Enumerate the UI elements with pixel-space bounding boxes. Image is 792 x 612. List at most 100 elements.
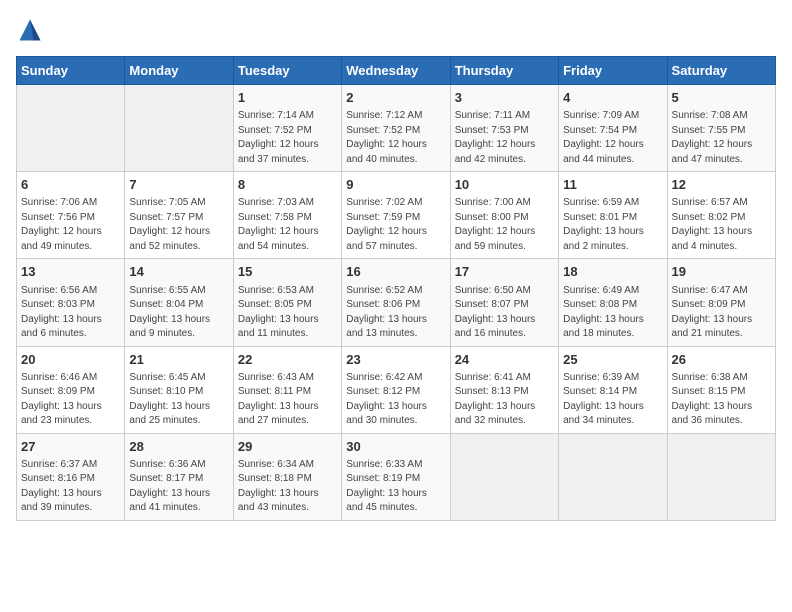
day-info: Sunrise: 6:41 AM Sunset: 8:13 PM Dayligh… — [455, 371, 554, 429]
day-number: 24 — [455, 351, 554, 369]
day-header-tuesday: Tuesday — [233, 57, 341, 85]
day-number: 11 — [563, 176, 662, 194]
day-info: Sunrise: 6:59 AM Sunset: 8:01 PM Dayligh… — [563, 196, 662, 254]
calendar-body: 1 Sunrise: 7:14 AM Sunset: 7:52 PM Daylig… — [17, 85, 776, 521]
calendar-cell: 21Sunrise: 6:45 AM Sunset: 8:10 PM Dayli… — [125, 346, 233, 433]
calendar-cell: 7 Sunrise: 7:05 AM Sunset: 7:57 PM Daylig… — [125, 172, 233, 259]
day-number: 21 — [129, 351, 228, 369]
calendar-cell: 16Sunrise: 6:52 AM Sunset: 8:06 PM Dayli… — [342, 259, 450, 346]
calendar-cell: 28 Sunrise: 6:36 AM Sunset: 8:17 PM Dayli… — [125, 433, 233, 520]
day-info: Sunrise: 6:39 AM Sunset: 8:14 PM Dayligh… — [563, 371, 662, 429]
calendar-cell — [667, 433, 775, 520]
day-info: Sunrise: 6:37 AM Sunset: 8:16 PM Dayligh… — [21, 458, 120, 516]
logo — [16, 16, 48, 44]
calendar-cell — [125, 85, 233, 172]
day-number: 23 — [346, 351, 445, 369]
day-header-friday: Friday — [559, 57, 667, 85]
day-header-sunday: Sunday — [17, 57, 125, 85]
day-info: Sunrise: 6:42 AM Sunset: 8:12 PM Dayligh… — [346, 371, 445, 429]
day-info: Sunrise: 6:47 AM Sunset: 8:09 PM Dayligh… — [672, 284, 771, 342]
calendar-cell: 27 Sunrise: 6:37 AM Sunset: 8:16 PM Dayli… — [17, 433, 125, 520]
day-info: Sunrise: 7:03 AM Sunset: 7:58 PM Dayligh… — [238, 196, 337, 254]
calendar-cell: 29 Sunrise: 6:34 AM Sunset: 8:18 PM Dayli… — [233, 433, 341, 520]
day-number: 2 — [346, 89, 445, 107]
day-number: 5 — [672, 89, 771, 107]
day-number: 14 — [129, 263, 228, 281]
calendar-cell: 17 Sunrise: 6:50 AM Sunset: 8:07 PM Dayli… — [450, 259, 558, 346]
calendar-cell: 20Sunrise: 6:46 AM Sunset: 8:09 PM Dayli… — [17, 346, 125, 433]
calendar-cell — [559, 433, 667, 520]
calendar-cell: 9 Sunrise: 7:02 AM Sunset: 7:59 PM Daylig… — [342, 172, 450, 259]
day-info: Sunrise: 6:43 AM Sunset: 8:11 PM Dayligh… — [238, 371, 337, 429]
calendar-cell: 26 Sunrise: 6:38 AM Sunset: 8:15 PM Dayli… — [667, 346, 775, 433]
calendar-cell: 15 Sunrise: 6:53 AM Sunset: 8:05 PM Dayli… — [233, 259, 341, 346]
calendar-cell: 3 Sunrise: 7:11 AM Sunset: 7:53 PM Daylig… — [450, 85, 558, 172]
day-info: Sunrise: 6:53 AM Sunset: 8:05 PM Dayligh… — [238, 284, 337, 342]
calendar-cell: 19 Sunrise: 6:47 AM Sunset: 8:09 PM Dayli… — [667, 259, 775, 346]
day-number: 25 — [563, 351, 662, 369]
day-info: Sunrise: 6:38 AM Sunset: 8:15 PM Dayligh… — [672, 371, 771, 429]
day-number: 30 — [346, 438, 445, 456]
day-info: Sunrise: 7:14 AM Sunset: 7:52 PM Dayligh… — [238, 109, 337, 167]
day-number: 17 — [455, 263, 554, 281]
day-number: 18 — [563, 263, 662, 281]
days-header-row: SundayMondayTuesdayWednesdayThursdayFrid… — [17, 57, 776, 85]
calendar-cell: 23 Sunrise: 6:42 AM Sunset: 8:12 PM Dayli… — [342, 346, 450, 433]
day-number: 3 — [455, 89, 554, 107]
day-info: Sunrise: 7:00 AM Sunset: 8:00 PM Dayligh… — [455, 196, 554, 254]
day-number: 9 — [346, 176, 445, 194]
day-info: Sunrise: 7:12 AM Sunset: 7:52 PM Dayligh… — [346, 109, 445, 167]
calendar-cell: 10 Sunrise: 7:00 AM Sunset: 8:00 PM Dayli… — [450, 172, 558, 259]
calendar-header: SundayMondayTuesdayWednesdayThursdayFrid… — [17, 57, 776, 85]
day-info: Sunrise: 7:09 AM Sunset: 7:54 PM Dayligh… — [563, 109, 662, 167]
day-header-thursday: Thursday — [450, 57, 558, 85]
day-number: 4 — [563, 89, 662, 107]
day-info: Sunrise: 6:34 AM Sunset: 8:18 PM Dayligh… — [238, 458, 337, 516]
day-info: Sunrise: 6:33 AM Sunset: 8:19 PM Dayligh… — [346, 458, 445, 516]
day-number: 19 — [672, 263, 771, 281]
day-info: Sunrise: 7:08 AM Sunset: 7:55 PM Dayligh… — [672, 109, 771, 167]
calendar-cell: 24 Sunrise: 6:41 AM Sunset: 8:13 PM Dayli… — [450, 346, 558, 433]
day-number: 8 — [238, 176, 337, 194]
day-number: 10 — [455, 176, 554, 194]
logo-icon — [16, 16, 44, 44]
calendar-cell: 22 Sunrise: 6:43 AM Sunset: 8:11 PM Dayli… — [233, 346, 341, 433]
week-row-4: 27 Sunrise: 6:37 AM Sunset: 8:16 PM Dayli… — [17, 433, 776, 520]
calendar-cell: 12Sunrise: 6:57 AM Sunset: 8:02 PM Dayli… — [667, 172, 775, 259]
day-info: Sunrise: 6:50 AM Sunset: 8:07 PM Dayligh… — [455, 284, 554, 342]
day-number: 27 — [21, 438, 120, 456]
day-number: 1 — [238, 89, 337, 107]
day-info: Sunrise: 7:02 AM Sunset: 7:59 PM Dayligh… — [346, 196, 445, 254]
calendar-cell: 1 Sunrise: 7:14 AM Sunset: 7:52 PM Daylig… — [233, 85, 341, 172]
page-header — [16, 16, 776, 44]
week-row-1: 6Sunrise: 7:06 AM Sunset: 7:56 PM Daylig… — [17, 172, 776, 259]
day-header-wednesday: Wednesday — [342, 57, 450, 85]
day-info: Sunrise: 6:56 AM Sunset: 8:03 PM Dayligh… — [21, 284, 120, 342]
calendar-table: SundayMondayTuesdayWednesdayThursdayFrid… — [16, 56, 776, 521]
day-number: 16 — [346, 263, 445, 281]
calendar-cell: 8 Sunrise: 7:03 AM Sunset: 7:58 PM Daylig… — [233, 172, 341, 259]
calendar-cell — [450, 433, 558, 520]
day-info: Sunrise: 6:55 AM Sunset: 8:04 PM Dayligh… — [129, 284, 228, 342]
day-info: Sunrise: 7:05 AM Sunset: 7:57 PM Dayligh… — [129, 196, 228, 254]
day-number: 22 — [238, 351, 337, 369]
day-number: 29 — [238, 438, 337, 456]
calendar-cell — [17, 85, 125, 172]
day-number: 7 — [129, 176, 228, 194]
day-info: Sunrise: 6:36 AM Sunset: 8:17 PM Dayligh… — [129, 458, 228, 516]
week-row-3: 20Sunrise: 6:46 AM Sunset: 8:09 PM Dayli… — [17, 346, 776, 433]
day-number: 15 — [238, 263, 337, 281]
day-header-monday: Monday — [125, 57, 233, 85]
calendar-cell: 11 Sunrise: 6:59 AM Sunset: 8:01 PM Dayli… — [559, 172, 667, 259]
day-number: 28 — [129, 438, 228, 456]
day-number: 26 — [672, 351, 771, 369]
day-info: Sunrise: 6:57 AM Sunset: 8:02 PM Dayligh… — [672, 196, 771, 254]
week-row-2: 13Sunrise: 6:56 AM Sunset: 8:03 PM Dayli… — [17, 259, 776, 346]
day-info: Sunrise: 6:49 AM Sunset: 8:08 PM Dayligh… — [563, 284, 662, 342]
day-info: Sunrise: 7:11 AM Sunset: 7:53 PM Dayligh… — [455, 109, 554, 167]
calendar-cell: 2 Sunrise: 7:12 AM Sunset: 7:52 PM Daylig… — [342, 85, 450, 172]
day-header-saturday: Saturday — [667, 57, 775, 85]
day-number: 20 — [21, 351, 120, 369]
week-row-0: 1 Sunrise: 7:14 AM Sunset: 7:52 PM Daylig… — [17, 85, 776, 172]
calendar-cell: 14 Sunrise: 6:55 AM Sunset: 8:04 PM Dayli… — [125, 259, 233, 346]
